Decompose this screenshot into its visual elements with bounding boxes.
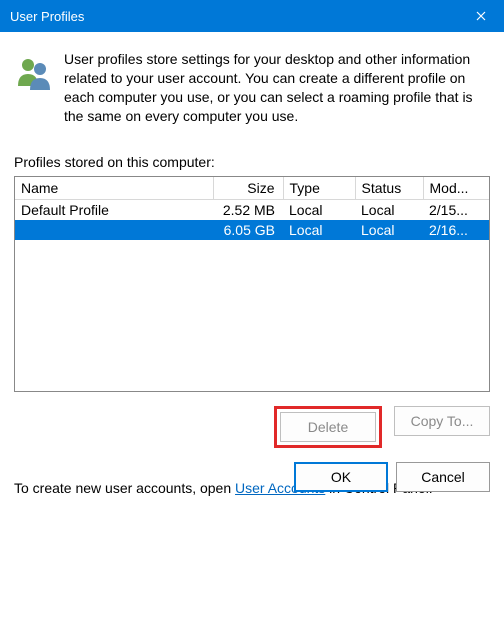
close-button[interactable]	[458, 0, 504, 32]
cell-name: Default Profile	[15, 199, 213, 220]
window-title: User Profiles	[10, 9, 458, 24]
ok-button[interactable]: OK	[294, 462, 388, 492]
dialog-buttons: OK Cancel	[294, 462, 490, 492]
profiles-stored-label: Profiles stored on this computer:	[14, 154, 490, 170]
col-name[interactable]: Name	[15, 177, 213, 200]
table-row[interactable]: Default Profile 2.52 MB Local Local 2/15…	[15, 199, 489, 220]
cell-type: Local	[283, 199, 355, 220]
cell-size: 2.52 MB	[213, 199, 283, 220]
cancel-button[interactable]: Cancel	[396, 462, 490, 492]
profile-buttons: Delete Copy To...	[14, 406, 490, 448]
table-header-row: Name Size Type Status Mod...	[15, 177, 489, 200]
col-modified[interactable]: Mod...	[423, 177, 489, 200]
col-size[interactable]: Size	[213, 177, 283, 200]
profiles-table[interactable]: Name Size Type Status Mod... Default Pro…	[14, 176, 490, 392]
copy-to-button[interactable]: Copy To...	[394, 406, 490, 436]
cell-modified: 2/16...	[423, 220, 489, 240]
cell-name	[15, 220, 213, 240]
delete-button[interactable]: Delete	[280, 412, 376, 442]
intro-description: User profiles store settings for your de…	[64, 50, 490, 126]
table-row[interactable]: 6.05 GB Local Local 2/16...	[15, 220, 489, 240]
cell-status: Local	[355, 220, 423, 240]
cell-status: Local	[355, 199, 423, 220]
col-status[interactable]: Status	[355, 177, 423, 200]
dialog-content: User profiles store settings for your de…	[0, 32, 504, 506]
intro-section: User profiles store settings for your de…	[14, 50, 490, 126]
delete-highlight: Delete	[274, 406, 382, 448]
hint-prefix: To create new user accounts, open	[14, 480, 235, 496]
users-icon	[14, 50, 64, 126]
cell-modified: 2/15...	[423, 199, 489, 220]
titlebar: User Profiles	[0, 0, 504, 32]
col-type[interactable]: Type	[283, 177, 355, 200]
cell-size: 6.05 GB	[213, 220, 283, 240]
close-icon	[476, 8, 486, 25]
cell-type: Local	[283, 220, 355, 240]
